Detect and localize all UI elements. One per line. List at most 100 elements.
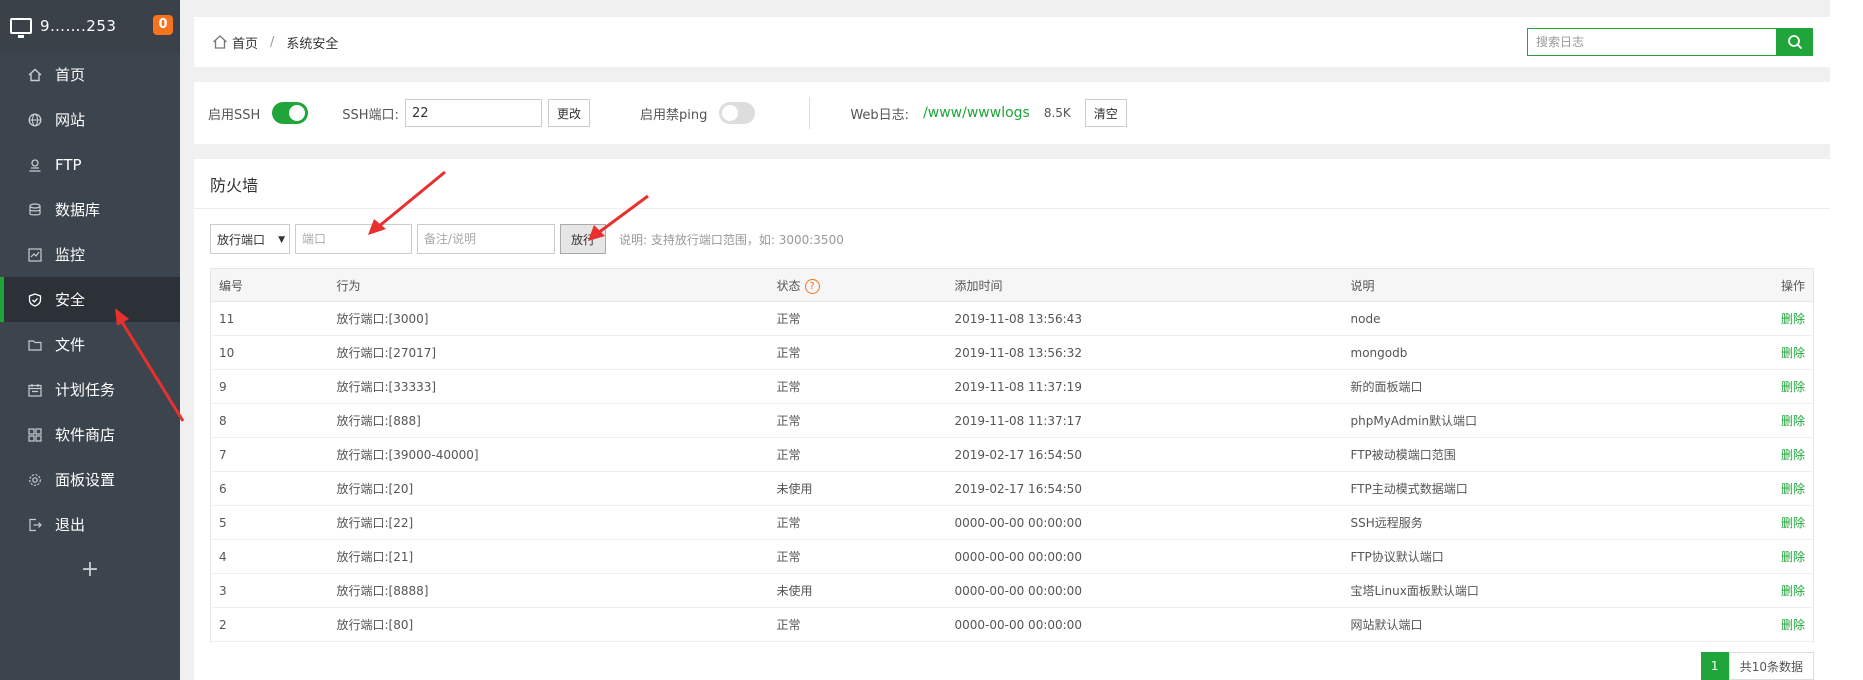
cell-desc: phpMyAdmin默认端口 [1342, 403, 1734, 438]
page-number-current[interactable]: 1 [1700, 652, 1729, 680]
cell-desc: 新的面板端口 [1342, 369, 1734, 404]
sidebar-menu: 首页 网站 FTP 数据库 监控 安全 文件 计划任务 软件商店 面板设置 退出 [0, 52, 180, 547]
cell-desc: 网站默认端口 [1342, 607, 1734, 642]
help-icon[interactable]: ? [804, 278, 820, 294]
rule-type-select[interactable]: 放行端口 ▼ [210, 224, 290, 254]
firewall-table: 编号 行为 状态? 添加时间 说明 操作 11 放行端口:[3000] 正常 2019… [210, 268, 1814, 642]
firewall-panel: 防火墙 放行端口 ▼ 放行 说明: 支持放行端口范围，如: 3000:3500 … [194, 159, 1830, 680]
home-icon[interactable] [212, 34, 228, 50]
sidebar-item-settings[interactable]: 面板设置 [0, 457, 180, 502]
sidebar-item-label: FTP [55, 155, 82, 174]
cell-status: 未使用 [768, 471, 947, 506]
table-row: 7 放行端口:[39000-40000] 正常 2019-02-17 16:54:50… [210, 437, 1814, 472]
sidebar-item-logout[interactable]: 退出 [0, 502, 180, 547]
cell-desc: 宝塔Linux面板默认端口 [1342, 573, 1734, 608]
cell-action: 放行端口:[20] [328, 471, 769, 506]
sidebar-item-store[interactable]: 软件商店 [0, 412, 180, 457]
table-row: 10 放行端口:[27017] 正常 2019-11-08 13:56:32 mongo… [210, 335, 1814, 370]
weblog-path-link[interactable]: /www/wwwlogs [923, 105, 1030, 121]
cell-time: 2019-02-17 16:54:50 [946, 437, 1343, 472]
sidebar-item-website[interactable]: 网站 [0, 97, 180, 142]
port-input[interactable] [295, 224, 412, 254]
cell-time: 2019-11-08 13:56:43 [946, 301, 1343, 336]
sidebar-item-home[interactable]: 首页 [0, 52, 180, 97]
sidebar: 9…….253 0 首页 网站 FTP 数据库 监控 安全 文件 计划任务 软件… [0, 0, 180, 680]
cell-action: 放行端口:[80] [328, 607, 769, 642]
cell-status: 正常 [768, 403, 947, 438]
breadcrumb-home[interactable]: 首页 [232, 33, 258, 52]
delete-link[interactable]: 删除 [1733, 437, 1814, 472]
search-button[interactable] [1777, 28, 1813, 56]
divider [809, 97, 811, 129]
delete-link[interactable]: 删除 [1733, 607, 1814, 642]
cell-id: 6 [210, 471, 329, 506]
search-input[interactable] [1527, 28, 1777, 56]
sidebar-item-monitor[interactable]: 监控 [0, 232, 180, 277]
sidebar-item-ftp[interactable]: FTP [0, 142, 180, 187]
delete-link[interactable]: 删除 [1733, 573, 1814, 608]
sidebar-item-label: 监控 [55, 246, 86, 264]
cell-id: 11 [210, 301, 329, 336]
allow-port-button[interactable]: 放行 [560, 224, 606, 254]
ssh-enable-label: 启用SSH [208, 107, 261, 123]
table-row: 11 放行端口:[3000] 正常 2019-11-08 13:56:43 node 删除 [210, 301, 1814, 336]
shield-icon [27, 292, 43, 308]
firewall-form: 放行端口 ▼ 放行 说明: 支持放行端口范围，如: 3000:3500 [210, 224, 844, 254]
delete-link[interactable]: 删除 [1733, 505, 1814, 540]
log-search [1527, 28, 1813, 56]
toggle-knob [722, 105, 739, 121]
weblog-label: Web日志: [850, 107, 910, 123]
ssh-toggle[interactable] [272, 102, 309, 124]
cell-desc: FTP主动模式数据端口 [1342, 471, 1734, 506]
cell-desc: mongodb [1342, 335, 1734, 370]
cell-action: 放行端口:[888] [328, 403, 769, 438]
change-port-button[interactable]: 更改 [547, 99, 590, 127]
sidebar-item-label: 文件 [55, 336, 86, 354]
cell-status: 正常 [768, 607, 947, 642]
grid-icon [27, 427, 43, 443]
notification-badge[interactable]: 0 [153, 15, 173, 35]
sidebar-header: 9…….253 0 [0, 0, 180, 52]
cell-id: 5 [210, 505, 329, 540]
calendar-icon [27, 382, 43, 398]
delete-link[interactable]: 删除 [1733, 301, 1814, 336]
delete-link[interactable]: 删除 [1733, 539, 1814, 574]
right-edge [1830, 0, 1863, 680]
table-row: 6 放行端口:[20] 未使用 2019-02-17 16:54:50 FTP主动模式数… [210, 471, 1814, 506]
monitor-icon [27, 247, 43, 263]
globe-icon [27, 112, 43, 128]
ssh-settings-bar: 启用SSH SSH端口: 更改 启用禁ping Web日志: /www/wwwl… [194, 82, 1830, 144]
sidebar-item-cron[interactable]: 计划任务 [0, 367, 180, 412]
database-icon [27, 202, 43, 218]
breadcrumb-separator: / [270, 34, 275, 50]
server-ip: 9…….253 [40, 17, 117, 35]
ping-toggle[interactable] [719, 102, 756, 124]
hint-text: 说明: 支持放行端口范围，如: 3000:3500 [619, 232, 844, 247]
cell-status: 正常 [768, 437, 947, 472]
delete-link[interactable]: 删除 [1733, 335, 1814, 370]
clear-log-button[interactable]: 清空 [1084, 99, 1127, 127]
toggle-knob [289, 105, 306, 121]
col-action: 行为 [328, 268, 769, 302]
pagination: 1 共10条数据 [1700, 652, 1814, 680]
delete-link[interactable]: 删除 [1733, 369, 1814, 404]
cell-action: 放行端口:[27017] [328, 335, 769, 370]
delete-link[interactable]: 删除 [1733, 403, 1814, 438]
cell-status: 正常 [768, 369, 947, 404]
cell-id: 4 [210, 539, 329, 574]
cell-id: 8 [210, 403, 329, 438]
cell-desc: FTP协议默认端口 [1342, 539, 1734, 574]
sidebar-item-files[interactable]: 文件 [0, 322, 180, 367]
cell-time: 2019-02-17 16:54:50 [946, 471, 1343, 506]
col-status: 状态? [768, 268, 947, 302]
sidebar-item-label: 安全 [55, 291, 86, 309]
delete-link[interactable]: 删除 [1733, 471, 1814, 506]
sidebar-item-security[interactable]: 安全 [0, 277, 180, 322]
caret-down-icon: ▼ [278, 235, 285, 245]
add-menu-button[interactable]: + [0, 547, 180, 592]
note-input[interactable] [417, 224, 555, 254]
sidebar-item-database[interactable]: 数据库 [0, 187, 180, 232]
cell-status: 正常 [768, 505, 947, 540]
cell-desc: SSH远程服务 [1342, 505, 1734, 540]
ssh-port-input[interactable] [404, 99, 542, 127]
